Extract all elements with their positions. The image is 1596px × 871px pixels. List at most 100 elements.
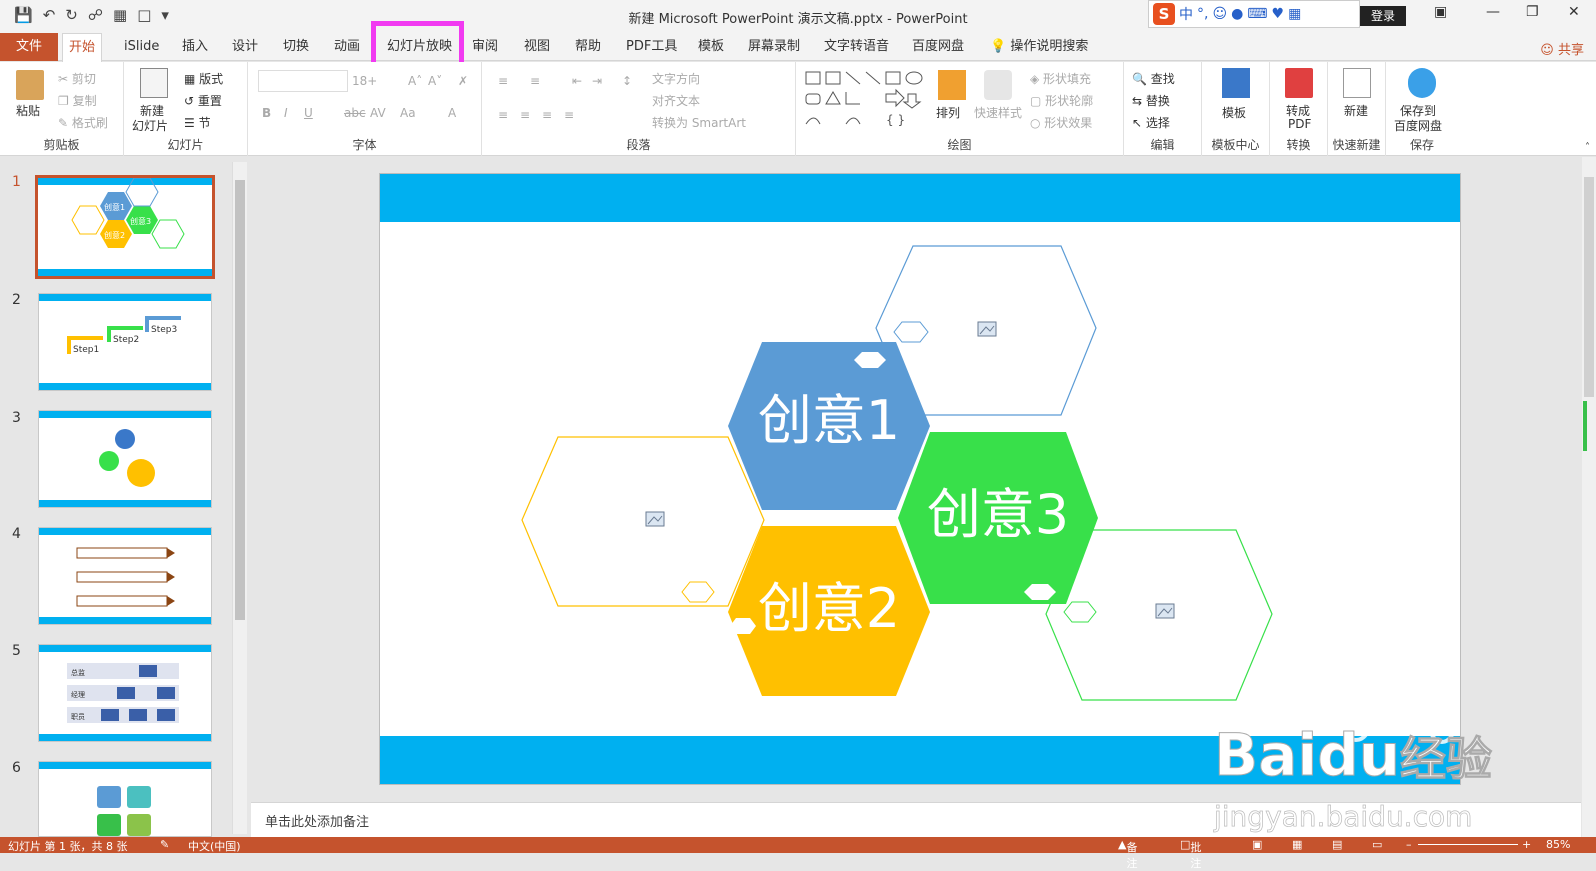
notes-toggle[interactable]: ▲ 备注 <box>1118 838 1137 870</box>
ime-punct[interactable]: °, <box>1197 6 1208 22</box>
font-color-icon[interactable]: A <box>448 106 456 120</box>
tab-home[interactable]: 开始 <box>62 33 103 62</box>
minimize-icon[interactable]: — <box>1486 4 1500 20</box>
image-placeholder-icon[interactable] <box>1155 603 1175 619</box>
slide-thumbnail-2[interactable]: Step1 Step2 Step3 <box>38 293 212 391</box>
baidu-netdisk-icon[interactable] <box>1408 68 1436 98</box>
find-button[interactable]: 🔍 查找 <box>1132 70 1175 87</box>
arrange-icon[interactable] <box>938 70 966 100</box>
pdf-icon[interactable] <box>1285 68 1313 98</box>
share-button[interactable]: ☺ 共享 <box>1540 39 1584 58</box>
login-button[interactable]: 登录 <box>1360 6 1406 26</box>
new-slide-button[interactable]: 幻灯片 <box>132 117 168 134</box>
select-button[interactable]: ↖ 选择 <box>1132 114 1170 131</box>
shape-effects-button[interactable]: ○ 形状效果 <box>1030 114 1092 131</box>
char-spacing-icon[interactable]: AV <box>370 106 386 120</box>
layout-button[interactable]: ▦ 版式 <box>184 70 223 87</box>
tab-design[interactable]: 设计 <box>226 33 264 61</box>
increase-font-icon[interactable]: A˄ <box>408 74 422 88</box>
reset-button[interactable]: ↺ 重置 <box>184 92 222 109</box>
template-icon[interactable] <box>1222 68 1250 98</box>
section-button[interactable]: ☰ 节 <box>184 114 211 131</box>
quick-styles-button[interactable]: 快速样式 <box>974 104 1022 121</box>
tab-review[interactable]: 审阅 <box>466 33 504 61</box>
indent-increase-icon[interactable]: ⇥ <box>592 74 602 88</box>
tab-text-to-speech[interactable]: 文字转语音 <box>818 33 895 61</box>
quick-styles-icon[interactable] <box>984 70 1012 100</box>
indent-decrease-icon[interactable]: ⇤ <box>572 74 582 88</box>
thumbnail-scrollbar[interactable] <box>232 162 247 834</box>
accessibility-icon[interactable]: ✎ <box>160 838 169 851</box>
underline-button[interactable]: U <box>304 106 313 120</box>
zoom-in-icon[interactable]: + <box>1522 838 1531 851</box>
arrange-button[interactable]: 排列 <box>936 104 960 121</box>
keyboard-icon[interactable]: ⌨ <box>1247 6 1267 22</box>
slide-scrollbar[interactable] <box>1582 157 1596 837</box>
toolbox-icon[interactable]: ▦ <box>1288 6 1301 22</box>
slide-thumbnail-1[interactable]: 创意1 创意2 创意3 <box>35 175 215 279</box>
tab-view[interactable]: 视图 <box>518 33 556 61</box>
bold-button[interactable]: B <box>262 106 271 120</box>
tab-animations[interactable]: 动画 <box>328 33 366 61</box>
clear-format-icon[interactable]: ✗ <box>458 74 468 88</box>
to-pdf-button[interactable]: PDF <box>1288 117 1311 131</box>
new-slide-icon[interactable] <box>140 68 168 98</box>
close-icon[interactable]: ✕ <box>1568 4 1580 20</box>
smartart-button[interactable]: 转换为 SmartArt <box>652 114 746 131</box>
tab-transitions[interactable]: 切换 <box>277 33 315 61</box>
font-name-select[interactable] <box>258 70 348 92</box>
slide-thumbnail-5[interactable]: 总监 经理 职员 <box>38 644 212 742</box>
bullets-icon[interactable]: ≡ <box>498 74 508 88</box>
shape-fill-button[interactable]: ◈ 形状填充 <box>1030 70 1091 87</box>
decrease-font-icon[interactable]: A˅ <box>428 74 442 88</box>
paste-button[interactable]: 粘贴 <box>16 102 40 119</box>
scrollbar-thumb[interactable] <box>235 180 245 620</box>
tab-help[interactable]: 帮助 <box>569 33 607 61</box>
language-indicator[interactable]: 中文(中国) <box>188 838 241 854</box>
ime-toolbar[interactable]: S 中 °, ☺ ● ⌨ ♥ ▦ <box>1148 0 1360 28</box>
tell-me-search[interactable]: 💡 操作说明搜索 <box>984 33 1094 61</box>
change-case-icon[interactable]: Aa <box>400 106 416 120</box>
hex-outline-yellow[interactable] <box>521 436 765 607</box>
emoji-icon[interactable]: ☺ <box>1212 6 1227 22</box>
image-placeholder-icon[interactable] <box>977 321 997 337</box>
align-left-icon[interactable]: ≡ <box>498 108 508 122</box>
align-right-icon[interactable]: ≡ <box>542 108 552 122</box>
text-direction-button[interactable]: 文字方向 <box>652 70 700 87</box>
tab-screen-record[interactable]: 屏幕录制 <box>742 33 806 61</box>
tab-file[interactable]: 文件 <box>0 33 58 61</box>
format-painter-button[interactable]: ✎ 格式刷 <box>58 114 108 131</box>
save-to-baidu-button[interactable]: 百度网盘 <box>1394 117 1442 134</box>
tab-islide[interactable]: iSlide <box>118 33 165 61</box>
align-text-button[interactable]: 对齐文本 <box>652 92 700 109</box>
skin-icon[interactable]: ♥ <box>1272 6 1285 22</box>
shapes-gallery-icon[interactable]: { } <box>804 68 934 128</box>
ribbon-display-icon[interactable]: ▣ <box>1434 4 1447 20</box>
template-button[interactable]: 模板 <box>1222 104 1246 121</box>
quick-new-button[interactable]: 新建 <box>1344 102 1368 119</box>
font-size-select[interactable]: 18+ <box>352 74 377 88</box>
image-placeholder-icon[interactable] <box>645 511 665 527</box>
slide-thumbnail-6[interactable] <box>38 761 212 837</box>
slide-thumbnail-4[interactable] <box>38 527 212 625</box>
hex1-label[interactable]: 创意1 <box>758 389 900 452</box>
zoom-slider[interactable] <box>1418 844 1518 845</box>
hex3-label[interactable]: 创意3 <box>927 483 1069 546</box>
ime-mode[interactable]: 中 <box>1179 4 1193 24</box>
copy-button[interactable]: ❐ 复制 <box>58 92 97 109</box>
mic-icon[interactable]: ● <box>1231 6 1243 22</box>
zoom-level[interactable]: 85% <box>1546 838 1570 851</box>
scrollbar-thumb[interactable] <box>1584 177 1594 397</box>
tab-templates[interactable]: 模板 <box>692 33 730 61</box>
justify-icon[interactable]: ≡ <box>564 108 574 122</box>
paste-icon[interactable] <box>16 70 44 100</box>
quick-new-icon[interactable] <box>1343 68 1371 98</box>
line-spacing-icon[interactable]: ↕ <box>622 74 632 88</box>
cut-button[interactable]: ✂ 剪切 <box>58 70 96 87</box>
restore-icon[interactable]: ❐ <box>1526 4 1539 20</box>
slide-thumbnail-3[interactable] <box>38 410 212 508</box>
replace-button[interactable]: ⇆ 替换 <box>1132 92 1170 109</box>
italic-button[interactable]: I <box>284 106 288 120</box>
tab-baidu-netdisk[interactable]: 百度网盘 <box>906 33 970 61</box>
align-center-icon[interactable]: ≡ <box>520 108 530 122</box>
